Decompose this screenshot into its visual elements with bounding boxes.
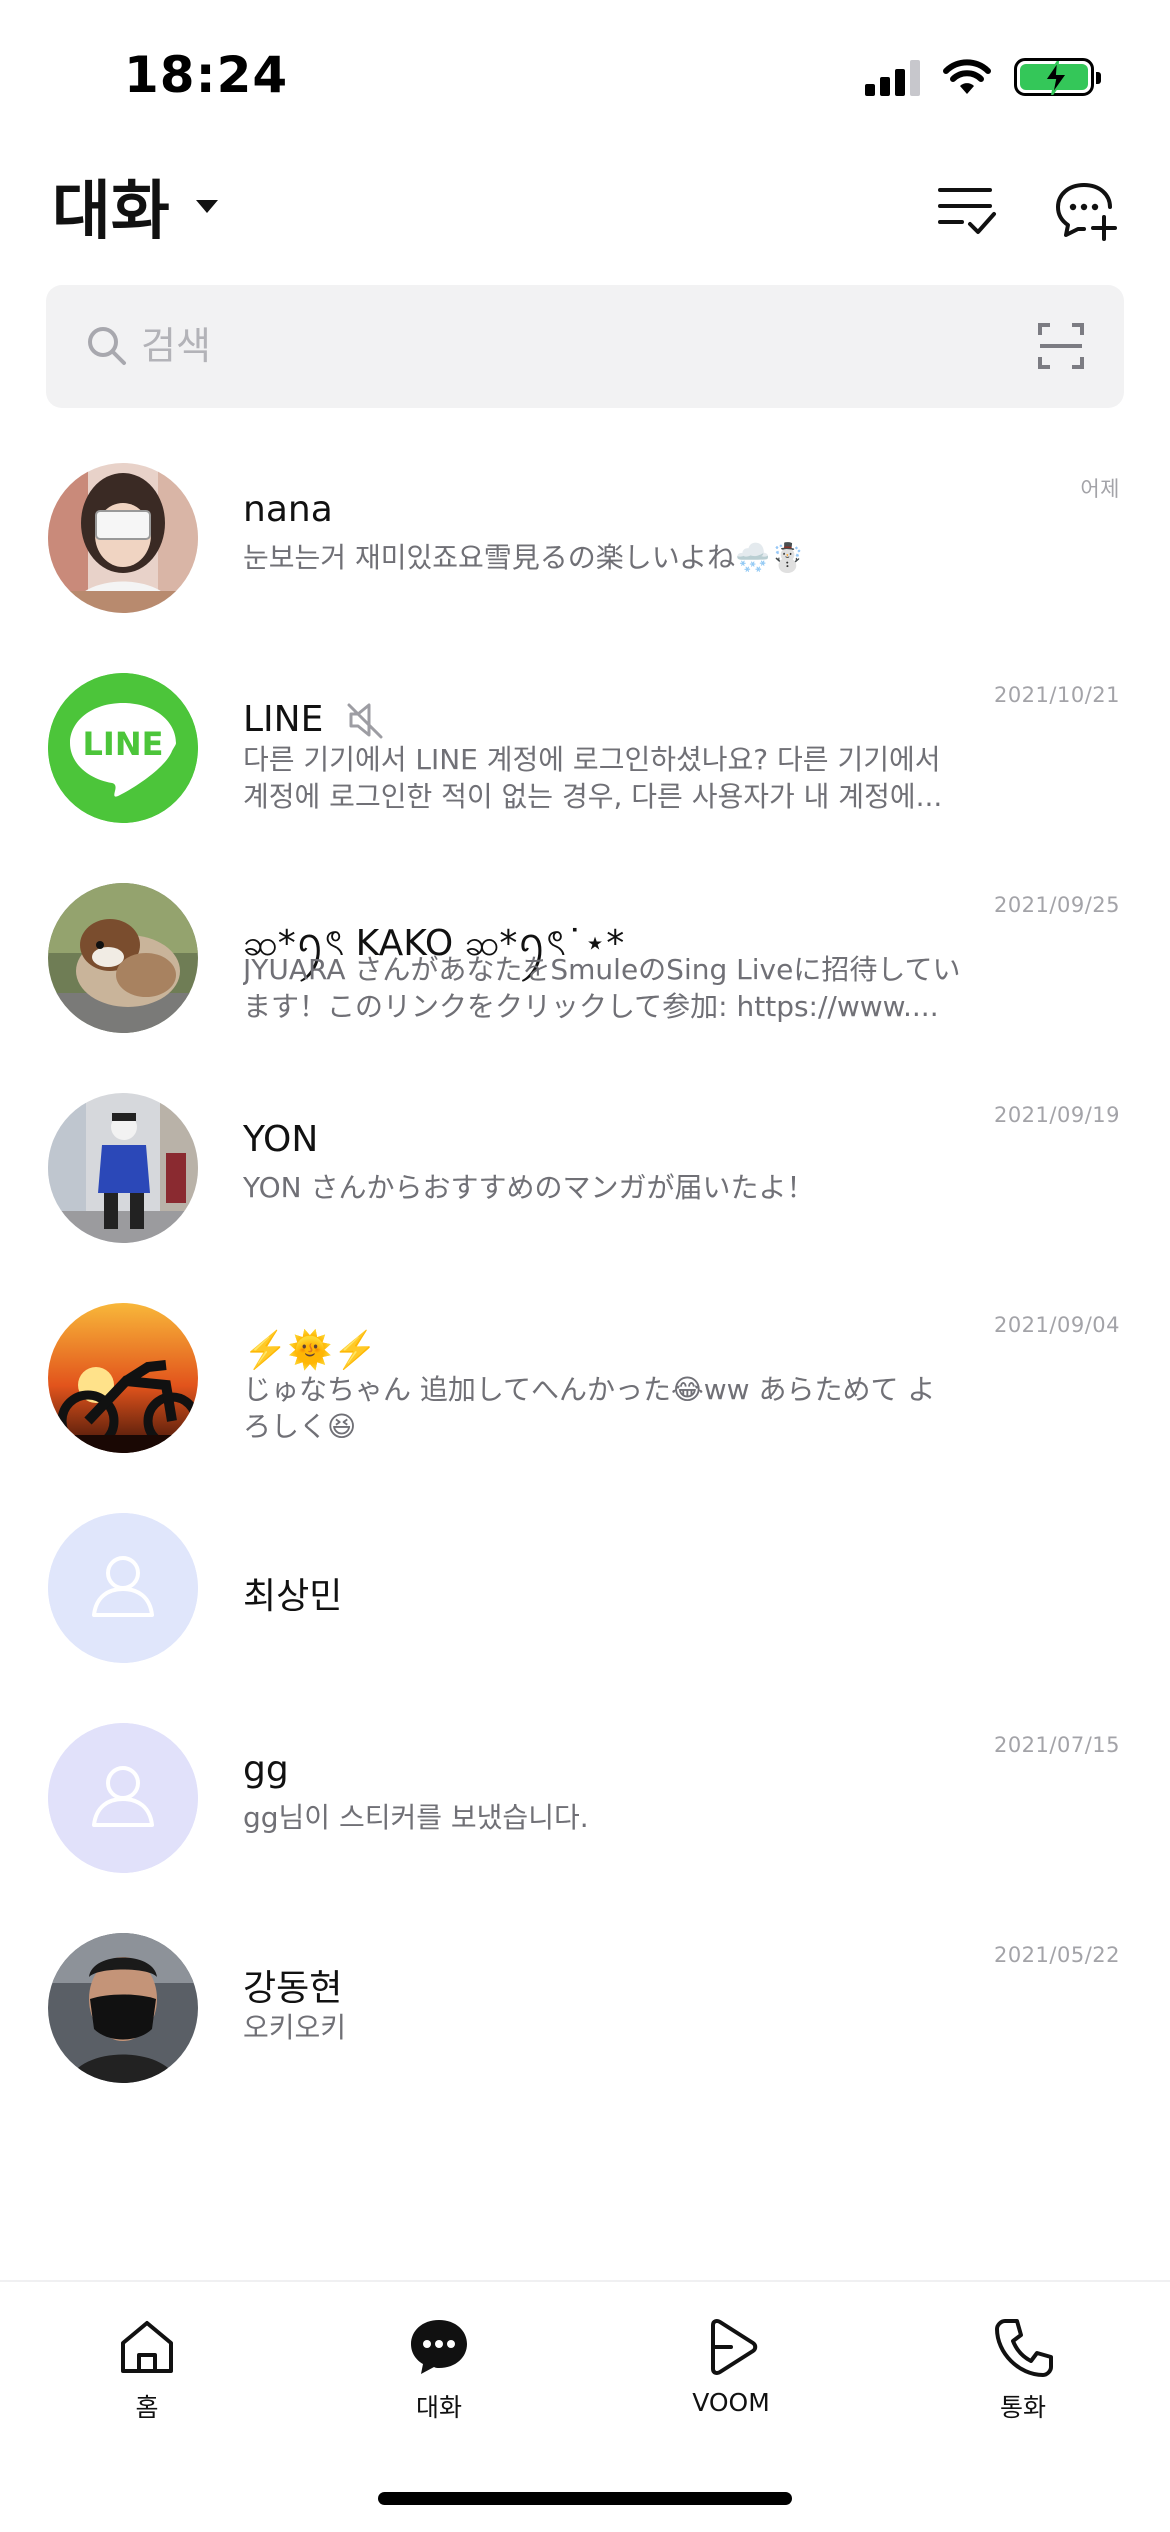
avatar bbox=[48, 1723, 198, 1873]
tab-home[interactable]: 홈 bbox=[67, 2312, 227, 2432]
tab-calls[interactable]: 통화 bbox=[943, 2312, 1103, 2432]
qr-scan-icon[interactable] bbox=[1038, 323, 1084, 369]
tab-label: VOOM bbox=[692, 2388, 770, 2417]
chat-name: 최상민 bbox=[243, 1576, 343, 1617]
new-chat-button[interactable] bbox=[1052, 176, 1122, 246]
tab-label: 홈 bbox=[135, 2393, 159, 2422]
chat-preview: 다른 기기에서 LINE 계정에 로그인하셨나요? 다른 기기에서 계정에 로그… bbox=[243, 743, 943, 813]
chat-row-line[interactable]: LINE LINE 다른 기기에서 LINE 계정에 로그인하셨나요? 다른 기… bbox=[0, 665, 1170, 875]
home-icon bbox=[121, 2321, 173, 2373]
default-profile-icon bbox=[48, 1513, 198, 1663]
svg-text:LINE: LINE bbox=[83, 725, 164, 763]
chat-name: YON bbox=[243, 1119, 319, 1160]
voom-play-icon bbox=[711, 2319, 758, 2375]
chat-list: nana 눈보는거 재미있죠요雪見るの楽しいよね🌨️☃️ 어제 LINE LIN… bbox=[0, 455, 1170, 2135]
chat-date: 2021/09/25 bbox=[993, 893, 1120, 917]
chat-preview: 눈보는거 재미있죠요雪見るの楽しいよね🌨️☃️ bbox=[243, 541, 805, 574]
chat-date: 2021/07/15 bbox=[993, 1733, 1120, 1757]
status-icons bbox=[865, 54, 1101, 100]
page-title[interactable]: 대화 bbox=[52, 160, 170, 252]
chat-preview: gg님이 스티커를 보냈습니다. bbox=[243, 1801, 589, 1834]
chat-row-kako[interactable]: ဆ*ꪆৎ KAKO ဆ*ꪆৎ˙⋆* JYUARA さんがあなたをSmuleのSi… bbox=[0, 875, 1170, 1085]
chat-row-nana[interactable]: nana 눈보는거 재미있죠요雪見るの楽しいよね🌨️☃️ 어제 bbox=[0, 455, 1170, 665]
search-icon bbox=[88, 327, 126, 365]
chat-row-gg[interactable]: gg gg님이 스티커를 보냈습니다. 2021/07/15 bbox=[0, 1715, 1170, 1925]
default-profile-icon bbox=[48, 1723, 198, 1873]
avatar bbox=[48, 883, 198, 1033]
line-logo-icon: LINE bbox=[48, 673, 198, 823]
search-input[interactable] bbox=[141, 313, 941, 379]
chat-date: 어제 bbox=[1080, 477, 1120, 501]
chat-preview: YON さんからおすすめのマンガが届いたよ！ bbox=[243, 1171, 815, 1204]
chat-name-group: LINE bbox=[243, 699, 385, 740]
chat-date: 2021/09/04 bbox=[993, 1313, 1120, 1337]
chat-name: 강동현 bbox=[243, 1968, 343, 2009]
battery-icon bbox=[1014, 58, 1101, 96]
chat-name: nana bbox=[243, 489, 333, 530]
chat-date: 2021/05/22 bbox=[993, 1943, 1120, 1967]
list-check-icon bbox=[938, 188, 996, 234]
chat-row-kang[interactable]: 강동현 오키오키 2021/05/22 bbox=[0, 1925, 1170, 2135]
chat-name: ⚡️🌞⚡️ bbox=[243, 1330, 378, 1371]
dropdown-caret-icon[interactable] bbox=[196, 200, 218, 213]
avatar bbox=[48, 1303, 198, 1453]
status-bar: 18:24 bbox=[0, 0, 1170, 150]
header: 대화 bbox=[0, 150, 1170, 280]
new-chat-icon bbox=[1056, 183, 1117, 241]
phone-icon bbox=[995, 2319, 1053, 2377]
tab-chats[interactable]: 대화 bbox=[359, 2312, 519, 2432]
muted-speaker-icon bbox=[347, 703, 383, 738]
cellular-signal-icon bbox=[865, 58, 920, 96]
chat-preview: JYUARA さんがあなたをSmuleのSing Liveに招待しています！この… bbox=[243, 953, 961, 1023]
chat-row-yon[interactable]: YON YON さんからおすすめのマンガが届いたよ！ 2021/09/19 bbox=[0, 1085, 1170, 1295]
status-time: 18:24 bbox=[124, 46, 289, 104]
chat-name: gg bbox=[243, 1749, 289, 1790]
chat-date: 2021/10/21 bbox=[993, 683, 1120, 707]
home-indicator bbox=[378, 2492, 792, 2505]
edit-list-button[interactable] bbox=[932, 176, 1002, 246]
chat-name: LINE bbox=[243, 699, 324, 740]
chat-bubble-icon bbox=[411, 2320, 467, 2374]
tab-voom[interactable]: VOOM bbox=[651, 2312, 811, 2432]
tab-label: 통화 bbox=[999, 2393, 1046, 2422]
chat-row-emoji[interactable]: ⚡️🌞⚡️ じゅなちゃん 追加してへんかった😂ww あらためて よろしく😆 20… bbox=[0, 1295, 1170, 1505]
avatar: LINE bbox=[48, 673, 198, 823]
chat-preview: じゅなちゃん 追加してへんかった😂ww あらためて よろしく😆 bbox=[243, 1373, 936, 1443]
tab-label: 대화 bbox=[415, 2393, 462, 2422]
chat-row-choi[interactable]: 최상민 bbox=[0, 1505, 1170, 1715]
search-bar[interactable] bbox=[46, 285, 1124, 408]
avatar bbox=[48, 1513, 198, 1663]
avatar bbox=[48, 463, 198, 613]
wifi-icon bbox=[943, 59, 991, 94]
chat-preview: 오키오키 bbox=[243, 2011, 347, 2044]
chat-date: 2021/09/19 bbox=[993, 1103, 1120, 1127]
avatar bbox=[48, 1093, 198, 1243]
avatar bbox=[48, 1933, 198, 2083]
